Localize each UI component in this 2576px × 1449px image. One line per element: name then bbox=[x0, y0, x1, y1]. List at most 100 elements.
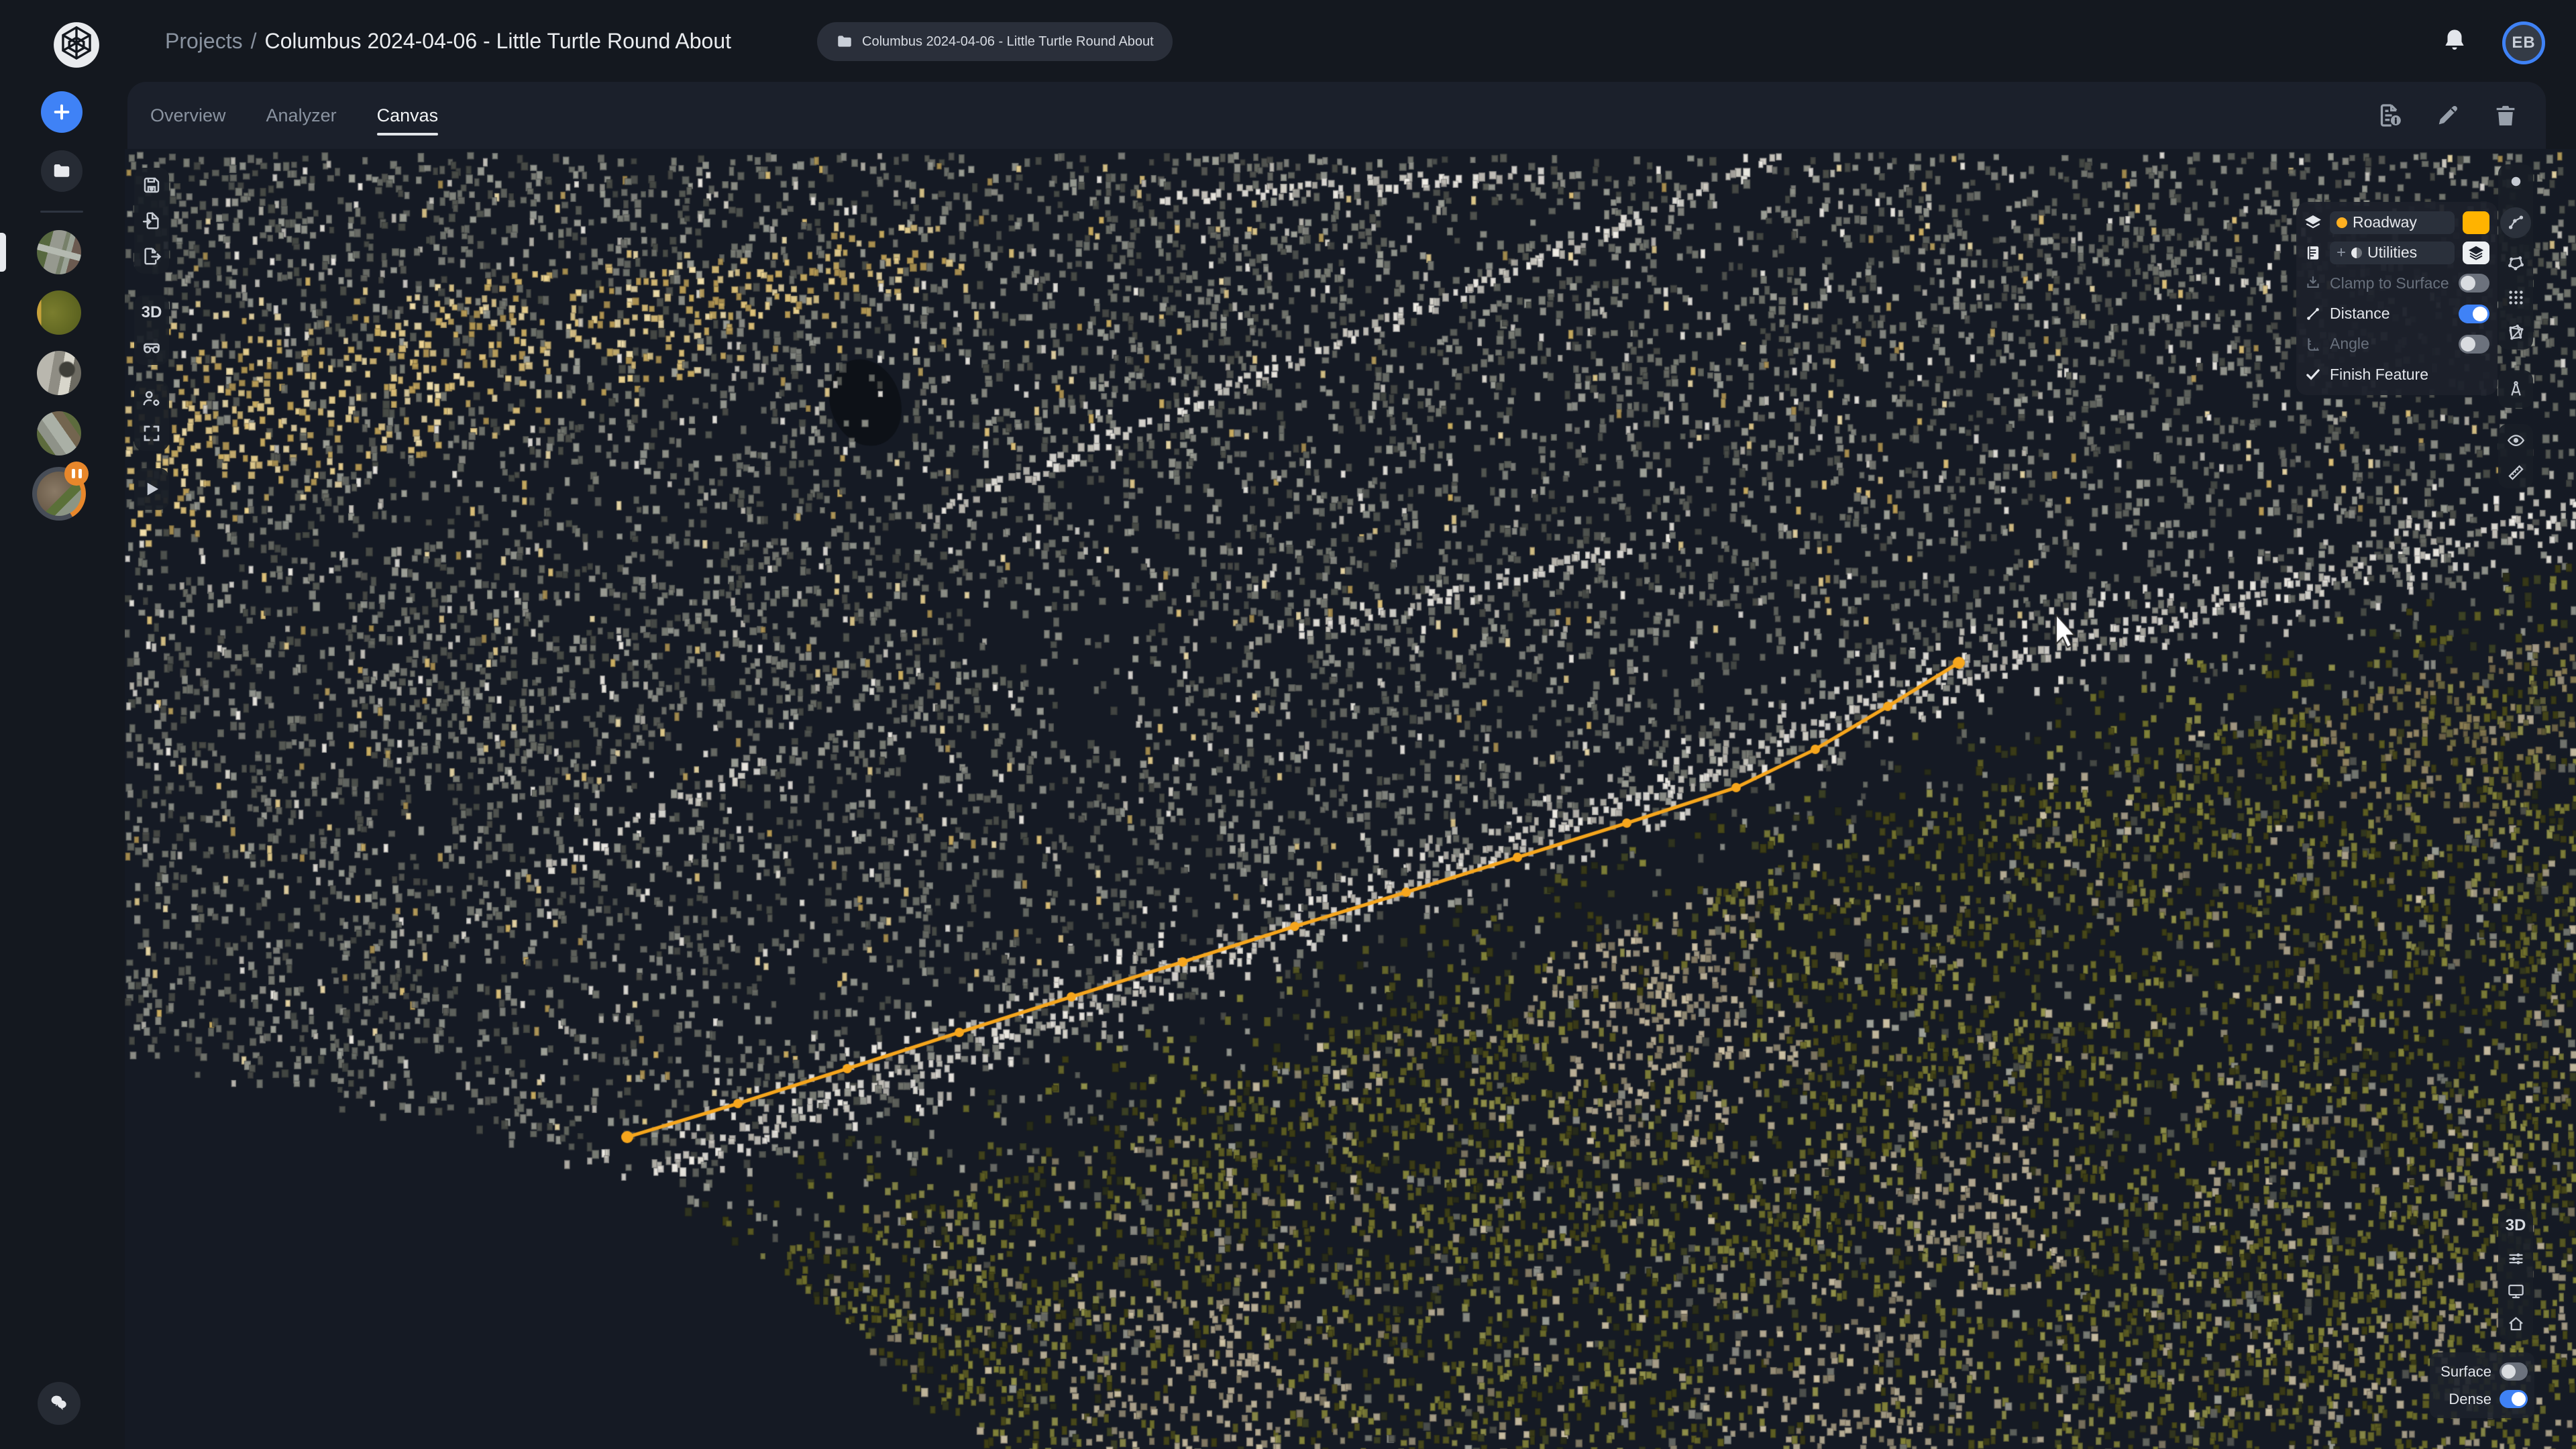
page-title: Columbus 2024-04-06 - Little Turtle Roun… bbox=[264, 28, 732, 53]
monitor-icon[interactable] bbox=[2507, 1282, 2525, 1300]
3d-mode-button[interactable]: 3D bbox=[142, 303, 162, 322]
layers-icon bbox=[2304, 214, 2322, 231]
tab-canvas[interactable]: Canvas bbox=[376, 82, 438, 149]
chat-bubbles-icon bbox=[48, 1392, 70, 1415]
save-icon[interactable] bbox=[142, 175, 162, 195]
visibility-icon[interactable] bbox=[2507, 431, 2525, 449]
chat-button[interactable] bbox=[38, 1382, 80, 1425]
tab-analyzer[interactable]: Analyzer bbox=[266, 82, 337, 149]
tab-bar: Overview Analyzer Canvas bbox=[127, 82, 2546, 149]
finish-feature-label: Finish Feature bbox=[2330, 365, 2429, 383]
toggle-row-distance: Distance bbox=[2304, 300, 2489, 328]
pause-icon[interactable] bbox=[64, 462, 89, 486]
play-icon[interactable] bbox=[142, 479, 162, 499]
toggle-row-angle: Angle bbox=[2304, 330, 2489, 358]
playback-rail bbox=[134, 468, 169, 510]
map-canvas-area[interactable]: 3D Roadway + Utilities Clamp to Surface … bbox=[125, 149, 2576, 1449]
finish-feature-row[interactable]: Finish Feature bbox=[2304, 360, 2489, 388]
annotate-rail bbox=[2498, 370, 2533, 408]
user-settings-icon[interactable] bbox=[142, 388, 162, 409]
project-thumbnail-dirt-site[interactable] bbox=[37, 351, 81, 395]
tabs: Overview Analyzer Canvas bbox=[127, 82, 438, 149]
stereo-glasses-icon[interactable] bbox=[142, 337, 162, 358]
grid-tool-icon[interactable] bbox=[2507, 288, 2525, 307]
file-info-icon[interactable] bbox=[2377, 102, 2404, 129]
angle-toggle[interactable] bbox=[2459, 334, 2489, 354]
active-project-indicator bbox=[0, 233, 6, 272]
project-thumbnail-intersection[interactable] bbox=[37, 230, 81, 274]
surface-toggle[interactable] bbox=[2500, 1362, 2528, 1381]
render-toggles-panel: Surface Dense bbox=[2430, 1352, 2534, 1418]
utilities-layers-button[interactable] bbox=[2463, 241, 2489, 264]
project-thumbnail-field[interactable] bbox=[37, 290, 81, 335]
angle-label: Angle bbox=[2330, 335, 2369, 353]
surface-label: Surface bbox=[2440, 1362, 2491, 1380]
fullscreen-icon[interactable] bbox=[142, 423, 162, 443]
polygon-tool-icon[interactable] bbox=[2507, 254, 2525, 272]
dense-toggle-row: Dense bbox=[2436, 1390, 2528, 1408]
layer-color-dot-half bbox=[2351, 247, 2363, 258]
layer-row-roadway: Roadway bbox=[2304, 209, 2489, 237]
layer-name: Utilities bbox=[2367, 244, 2418, 262]
view-mode-rail: 3D bbox=[134, 295, 169, 365]
notebook-icon bbox=[2304, 244, 2322, 262]
layer-color-swatch[interactable] bbox=[2463, 211, 2489, 234]
breadcrumb-projects-link[interactable]: Projects bbox=[165, 29, 243, 54]
project-badge-label: Columbus 2024-04-06 - Little Turtle Roun… bbox=[862, 34, 1154, 49]
project-badge[interactable]: Columbus 2024-04-06 - Little Turtle Roun… bbox=[817, 22, 1173, 61]
export-file-icon[interactable] bbox=[142, 246, 162, 266]
layer-name-input-roadway[interactable]: Roadway bbox=[2330, 211, 2455, 234]
import-file-icon[interactable] bbox=[142, 211, 162, 231]
user-avatar[interactable]: EB bbox=[2502, 21, 2545, 64]
3d-indicator[interactable]: 3D bbox=[2506, 1216, 2526, 1235]
home-icon[interactable] bbox=[2507, 1315, 2525, 1333]
layers-icon bbox=[2468, 245, 2484, 261]
file-tools-rail bbox=[134, 168, 169, 274]
avatar-initials: EB bbox=[2512, 34, 2536, 52]
add-button[interactable] bbox=[41, 91, 83, 133]
delete-icon[interactable] bbox=[2492, 102, 2519, 129]
clamp-to-surface-icon bbox=[2304, 274, 2322, 292]
dense-toggle[interactable] bbox=[2500, 1390, 2528, 1408]
edit-icon[interactable] bbox=[2434, 102, 2461, 129]
breadcrumb-separator: / bbox=[250, 28, 257, 53]
tab-actions bbox=[2377, 102, 2546, 129]
layer-row-utilities: + Utilities bbox=[2304, 239, 2489, 267]
distance-label: Distance bbox=[2330, 305, 2390, 323]
point-cloud-canvas[interactable] bbox=[125, 149, 2576, 1449]
plus-icon bbox=[51, 101, 72, 123]
layer-name: Roadway bbox=[2353, 213, 2417, 231]
app-logo-icon[interactable] bbox=[52, 20, 101, 70]
mesh-tool-icon[interactable] bbox=[2507, 323, 2525, 341]
session-tools-rail bbox=[134, 381, 169, 451]
dense-label: Dense bbox=[2449, 1390, 2491, 1407]
check-icon bbox=[2304, 366, 2322, 383]
compass-tool-icon[interactable] bbox=[2507, 380, 2525, 398]
polyline-tool-icon bbox=[2507, 213, 2525, 231]
display-settings-icon[interactable] bbox=[2507, 1250, 2525, 1268]
distance-toggle[interactable] bbox=[2459, 304, 2489, 323]
add-layer-prefix: + bbox=[2337, 243, 2347, 262]
point-tool-icon[interactable] bbox=[2507, 172, 2525, 191]
viewport-controls-rail: 3D bbox=[2498, 1209, 2533, 1340]
bell-icon bbox=[2445, 30, 2464, 50]
folder-icon bbox=[836, 33, 853, 50]
view-tools-rail bbox=[2498, 424, 2533, 488]
feature-panel: Roadway + Utilities Clamp to Surface Dis… bbox=[2296, 202, 2498, 395]
angle-icon bbox=[2304, 335, 2322, 353]
clamp-to-surface-toggle[interactable] bbox=[2459, 274, 2489, 293]
ruler-icon[interactable] bbox=[2507, 464, 2525, 482]
polyline-tool-selected[interactable] bbox=[2500, 207, 2531, 238]
toggle-row-clamp: Clamp to Surface bbox=[2304, 269, 2489, 297]
clamp-to-surface-label: Clamp to Surface bbox=[2330, 274, 2449, 292]
app-sidebar bbox=[0, 0, 125, 1449]
surface-toggle-row: Surface bbox=[2436, 1362, 2528, 1381]
sidebar-divider bbox=[40, 211, 83, 213]
projects-folder-button[interactable] bbox=[41, 150, 83, 192]
notifications-button[interactable] bbox=[2440, 27, 2469, 55]
layer-name-input-utilities[interactable]: + Utilities bbox=[2330, 241, 2455, 264]
folder-icon bbox=[52, 161, 72, 181]
project-thumbnail-roadway[interactable] bbox=[37, 411, 81, 455]
tab-overview[interactable]: Overview bbox=[150, 82, 226, 149]
layer-color-dot bbox=[2337, 217, 2347, 228]
